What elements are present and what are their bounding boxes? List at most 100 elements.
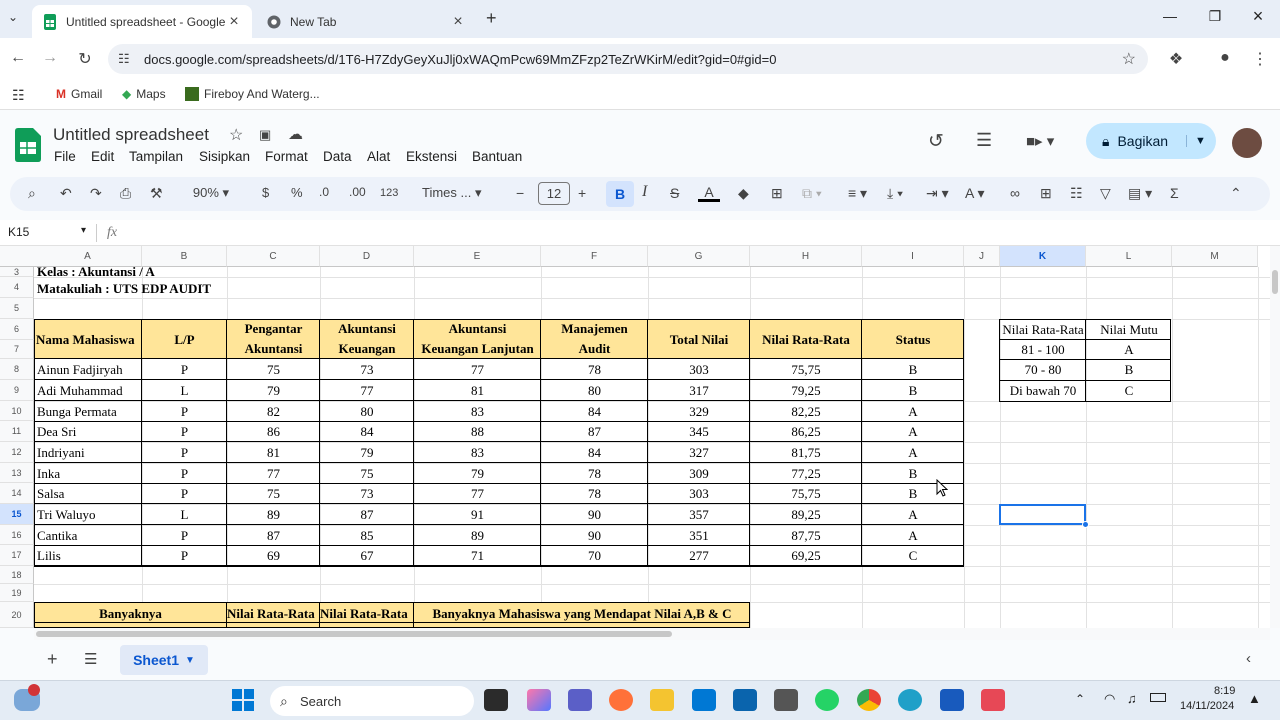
collapse-toolbar-icon[interactable]: ⌃ <box>1230 185 1242 202</box>
cell-total[interactable]: 345 <box>648 421 750 442</box>
insert-chart-icon[interactable]: ☷ <box>1070 185 1083 202</box>
cell-akuntansi[interactable]: 67 <box>320 545 414 566</box>
meet-icon[interactable]: ■▸ ▾ <box>1026 132 1054 150</box>
tab-spreadsheet[interactable]: Untitled spreadsheet - Google S × <box>32 5 252 38</box>
cell-status[interactable]: A <box>862 525 964 546</box>
lookup-range[interactable]: Di bawah 70 <box>1000 380 1086 401</box>
cell-lp[interactable]: P <box>142 483 227 504</box>
menu-file[interactable]: File <box>54 149 76 164</box>
cell-rata[interactable]: 87,75 <box>750 525 862 546</box>
star-icon[interactable]: ☆ <box>229 125 243 145</box>
lookup-grade[interactable]: C <box>1086 380 1172 401</box>
text-color-icon[interactable]: A <box>698 185 720 202</box>
whatsapp-icon[interactable] <box>815 689 839 711</box>
new-tab-plus-icon[interactable]: + <box>486 8 497 29</box>
cell-rata[interactable]: 77,25 <box>750 463 862 484</box>
cell-lanjutan[interactable]: 81 <box>414 380 541 401</box>
row-header[interactable]: 19 <box>0 584 34 602</box>
cell-akuntansi[interactable]: 77 <box>320 380 414 401</box>
cell-lp[interactable]: L <box>142 504 227 525</box>
apps-grid-icon[interactable]: ☷ <box>12 87 25 104</box>
row-header[interactable]: 16 <box>0 525 34 545</box>
cell-status[interactable]: A <box>862 421 964 442</box>
undo-icon[interactable]: ↶ <box>60 185 72 202</box>
cell-banyaknya-mahasiswa[interactable]: Banyaknya Mahasiswa yang Mendapat Nilai … <box>414 603 750 624</box>
cell-akuntansi[interactable]: 79 <box>320 442 414 463</box>
cell-total[interactable]: 309 <box>648 463 750 484</box>
cell-rata[interactable]: 82,25 <box>750 401 862 422</box>
row-header[interactable]: 9 <box>0 380 34 401</box>
site-info-icon[interactable]: ☷ <box>118 51 130 67</box>
header-pengantar-2[interactable]: Akuntansi <box>227 339 320 359</box>
cell-rata[interactable]: 75,75 <box>750 483 862 504</box>
cloud-status-icon[interactable]: ☁ <box>288 125 303 143</box>
cell-pengantar[interactable]: 86 <box>227 421 320 442</box>
cell-nama[interactable]: Lilis <box>37 545 141 566</box>
name-box-dropdown-icon[interactable]: ▾ <box>81 225 86 236</box>
maximize-icon[interactable]: ❐ <box>1205 8 1225 25</box>
header-lanjutan[interactable]: Akuntansi <box>414 319 541 339</box>
filter-icon[interactable]: ▽ <box>1100 185 1111 202</box>
cell-akuntansi[interactable]: 85 <box>320 525 414 546</box>
select-all-corner[interactable] <box>0 246 35 267</box>
column-header-m[interactable]: M <box>1172 246 1258 267</box>
h-scrollbar-thumb[interactable] <box>36 631 672 637</box>
zoom-select[interactable]: 90% ▾ <box>182 185 240 201</box>
cell-rata[interactable]: 89,25 <box>750 504 862 525</box>
cell-rata[interactable]: 75,75 <box>750 359 862 380</box>
task-view-icon[interactable] <box>484 689 508 711</box>
cell-lp[interactable]: P <box>142 525 227 546</box>
menu-sisipkan[interactable]: Sisipkan <box>199 149 250 164</box>
menu-edit[interactable]: Edit <box>91 149 114 164</box>
search-menus-icon[interactable]: ⌕ <box>28 185 36 202</box>
cell-akuntansi[interactable]: 87 <box>320 504 414 525</box>
currency-button[interactable]: $ <box>262 185 269 200</box>
fill-handle[interactable] <box>1082 521 1089 528</box>
header-nama[interactable]: Nama Mahasiswa <box>36 329 141 350</box>
bookmark-maps[interactable]: ◆ Maps <box>122 87 166 101</box>
cell-status[interactable]: B <box>862 359 964 380</box>
sheet-tab-dropdown-icon[interactable]: ▼ <box>185 655 195 666</box>
column-header-l[interactable]: L <box>1086 246 1172 267</box>
merge-cells-icon[interactable]: ⧉ ▾ <box>802 185 822 202</box>
file-explorer-icon[interactable] <box>650 689 674 711</box>
row-header[interactable]: 14 <box>0 483 34 504</box>
cell-rata[interactable]: 86,25 <box>750 421 862 442</box>
start-windows-icon[interactable] <box>232 689 254 714</box>
cell-rata-1[interactable]: Nilai Rata-Rata <box>227 603 320 624</box>
column-header-e[interactable]: E <box>414 246 541 267</box>
header-lp[interactable]: L/P <box>142 329 227 350</box>
menu-ekstensi[interactable]: Ekstensi <box>406 149 457 164</box>
vertical-align-icon[interactable]: ⤓ ▾ <box>887 185 903 202</box>
vertical-scrollbar[interactable] <box>1270 246 1280 628</box>
row-header[interactable]: 18 <box>0 566 34 584</box>
browser-menu-icon[interactable]: ⋮ <box>1250 49 1270 69</box>
cell-pengantar[interactable]: 75 <box>227 359 320 380</box>
formula-input[interactable] <box>130 222 1270 244</box>
cell-lanjutan[interactable]: 83 <box>414 401 541 422</box>
cell-manajemen[interactable]: 78 <box>541 359 648 380</box>
cell-status[interactable]: A <box>862 442 964 463</box>
column-header-k[interactable]: K <box>1000 246 1086 267</box>
header-akuntansi-2[interactable]: Keuangan <box>320 339 414 359</box>
tab-new-tab[interactable]: New Tab × <box>256 5 476 38</box>
calendar-icon[interactable] <box>692 689 716 711</box>
cell-pengantar[interactable]: 79 <box>227 380 320 401</box>
cell-total[interactable]: 329 <box>648 401 750 422</box>
teams-icon[interactable] <box>568 689 592 711</box>
bookmark-star-icon[interactable]: ☆ <box>1122 49 1136 69</box>
cell-nama[interactable]: Adi Muhammad <box>37 380 141 401</box>
cell-total[interactable]: 303 <box>648 483 750 504</box>
row-header[interactable]: 11 <box>0 421 34 442</box>
volume-icon[interactable]: ♫ <box>1127 691 1137 706</box>
chrome-taskbar-icon[interactable] <box>857 689 881 711</box>
text-rotation-icon[interactable]: A ▾ <box>965 185 984 202</box>
cell-lp[interactable]: P <box>142 463 227 484</box>
cell-manajemen[interactable]: 70 <box>541 545 648 566</box>
column-header-h[interactable]: H <box>750 246 862 267</box>
font-size-increase-icon[interactable]: + <box>578 185 586 201</box>
collapse-sidebar-icon[interactable]: ‹ <box>1246 650 1251 667</box>
bookmark-fireboy[interactable]: Fireboy And Waterg... <box>185 87 320 101</box>
column-header-j[interactable]: J <box>964 246 1000 267</box>
wifi-icon[interactable]: ◠ <box>1104 691 1115 707</box>
